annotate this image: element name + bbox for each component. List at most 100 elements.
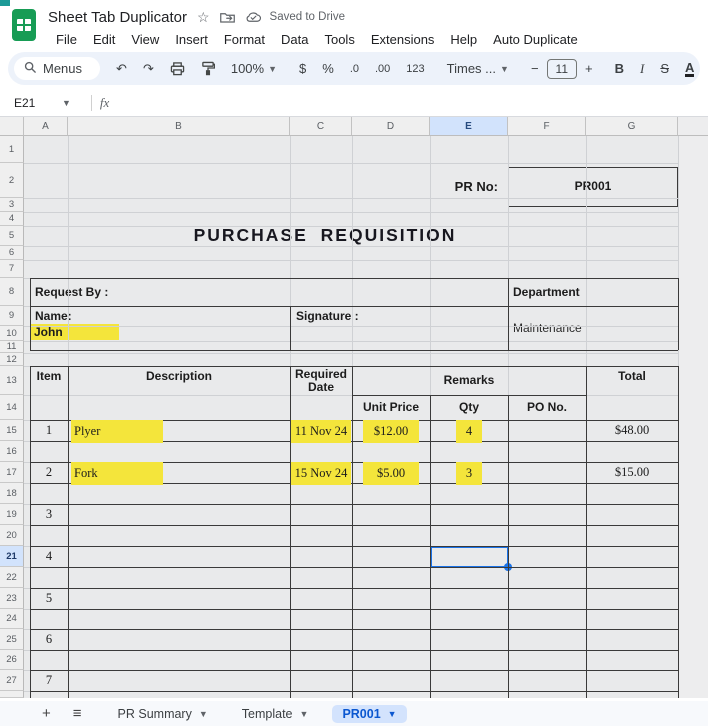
row-header-4[interactable]: 4 xyxy=(0,212,24,226)
text-color-button[interactable]: A xyxy=(685,61,694,77)
sheet-tab-pr001[interactable]: PR001▼ xyxy=(332,705,406,723)
cloud-saved-icon[interactable] xyxy=(245,11,262,23)
menu-extensions[interactable]: Extensions xyxy=(363,31,443,48)
name-box[interactable]: E21 xyxy=(0,96,62,110)
select-all-corner[interactable] xyxy=(0,117,24,136)
menu-view[interactable]: View xyxy=(123,31,167,48)
document-title[interactable]: Sheet Tab Duplicator xyxy=(48,9,187,26)
row-header-15[interactable]: 15 xyxy=(0,420,24,441)
more-formats-button[interactable]: 123 xyxy=(398,63,432,75)
sheets-logo-icon[interactable] xyxy=(12,9,36,41)
row-header-14[interactable]: 14 xyxy=(0,395,24,420)
item-row-2-description[interactable]: Fork xyxy=(71,462,288,483)
active-cell-outline[interactable] xyxy=(430,546,509,568)
row-header-1[interactable]: 1 xyxy=(0,136,24,163)
all-sheets-menu-icon[interactable]: ≡ xyxy=(67,705,88,722)
item-row-2-qty[interactable]: 3 xyxy=(430,462,508,483)
column-header-B[interactable]: B xyxy=(68,117,290,136)
item-row-6-item[interactable]: 6 xyxy=(30,629,68,650)
sheet-tab-pr-summary[interactable]: PR Summary▼ xyxy=(108,705,218,723)
column-header-A[interactable]: A xyxy=(24,117,68,136)
percent-format-button[interactable]: % xyxy=(314,61,342,76)
item-row-2-required_date[interactable]: 15 Nov 24 xyxy=(290,462,352,483)
row-header-16[interactable]: 16 xyxy=(0,441,24,462)
column-header-C[interactable]: C xyxy=(290,117,352,136)
font-selector[interactable]: Times ... ▼ xyxy=(439,61,517,76)
row-header-2[interactable]: 2 xyxy=(0,163,24,198)
menu-auto-duplicate[interactable]: Auto Duplicate xyxy=(485,31,586,48)
bold-button[interactable]: B xyxy=(607,61,632,76)
row-header-13[interactable]: 13 xyxy=(0,366,24,395)
item-row-1-total[interactable]: $48.00 xyxy=(586,420,678,441)
menu-help[interactable]: Help xyxy=(442,31,485,48)
menu-edit[interactable]: Edit xyxy=(85,31,123,48)
item-row-1-required_date[interactable]: 11 Nov 24 xyxy=(290,420,352,441)
chevron-down-icon[interactable]: ▼ xyxy=(62,98,71,108)
row-header-11[interactable]: 11 xyxy=(0,341,24,353)
item-row-7-item[interactable]: 7 xyxy=(30,670,68,691)
row-header-19[interactable]: 19 xyxy=(0,504,24,525)
add-sheet-button[interactable]: + xyxy=(36,705,57,722)
column-header-F[interactable]: F xyxy=(508,117,586,136)
item-row-3-item[interactable]: 3 xyxy=(30,504,68,525)
item-row-1-qty[interactable]: 4 xyxy=(430,420,508,441)
item-row-2-total[interactable]: $15.00 xyxy=(586,462,678,483)
row-header-25[interactable]: 25 xyxy=(0,629,24,650)
item-row-4-item[interactable]: 4 xyxy=(30,546,68,567)
item-row-1-item[interactable]: 1 xyxy=(30,420,68,441)
strikethrough-button[interactable]: S xyxy=(652,61,677,76)
row-header-12[interactable]: 12 xyxy=(0,353,24,366)
row-header-6[interactable]: 6 xyxy=(0,246,24,260)
menus-search-button[interactable]: Menus xyxy=(14,57,100,80)
chevron-down-icon[interactable]: ▼ xyxy=(199,709,208,719)
item-row-2-item[interactable]: 2 xyxy=(30,462,68,483)
row-header-24[interactable]: 24 xyxy=(0,609,24,629)
row-header-26[interactable]: 26 xyxy=(0,650,24,670)
menu-insert[interactable]: Insert xyxy=(167,31,216,48)
row-header-20[interactable]: 20 xyxy=(0,525,24,546)
row-header-10[interactable]: 10 xyxy=(0,326,24,341)
increase-font-size-button[interactable]: + xyxy=(577,61,601,76)
row-header-27[interactable]: 27 xyxy=(0,670,24,691)
item-row-5-item[interactable]: 5 xyxy=(30,588,68,609)
move-folder-icon[interactable] xyxy=(220,11,235,24)
column-header-D[interactable]: D xyxy=(352,117,430,136)
italic-button[interactable]: I xyxy=(632,61,652,77)
print-icon[interactable] xyxy=(162,62,193,76)
department-value[interactable]: Maintenance xyxy=(513,306,582,350)
row-header-17[interactable]: 17 xyxy=(0,462,24,483)
row-header-21[interactable]: 21 xyxy=(0,546,24,567)
decrease-font-size-button[interactable]: − xyxy=(523,61,547,76)
row-header-5[interactable]: 5 xyxy=(0,226,24,246)
decrease-decimal-button[interactable]: .0 xyxy=(342,63,367,75)
redo-button[interactable]: ↷ xyxy=(135,61,162,77)
grid-body[interactable]: PR No: PR001 PURCHASE REQUISITION Reques… xyxy=(0,136,708,698)
currency-format-button[interactable]: $ xyxy=(291,61,314,76)
item-row-2-unit_price[interactable]: $5.00 xyxy=(352,462,430,483)
paint-format-icon[interactable] xyxy=(193,61,223,76)
row-header-3[interactable]: 3 xyxy=(0,198,24,212)
chevron-down-icon[interactable]: ▼ xyxy=(300,709,309,719)
sheet-tab-template[interactable]: Template▼ xyxy=(232,705,319,723)
zoom-control[interactable]: 100% ▼ xyxy=(223,61,285,76)
chevron-down-icon[interactable]: ▼ xyxy=(388,709,397,719)
increase-decimal-button[interactable]: .00 xyxy=(367,63,398,75)
menu-file[interactable]: File xyxy=(48,31,85,48)
item-row-1-unit_price[interactable]: $12.00 xyxy=(352,420,430,441)
row-header-7[interactable]: 7 xyxy=(0,260,24,278)
column-header-G[interactable]: G xyxy=(586,117,678,136)
row-header-9[interactable]: 9 xyxy=(0,306,24,326)
menu-data[interactable]: Data xyxy=(273,31,316,48)
menu-format[interactable]: Format xyxy=(216,31,273,48)
star-icon[interactable]: ☆ xyxy=(197,9,210,26)
row-header-22[interactable]: 22 xyxy=(0,567,24,588)
font-size-input[interactable]: 11 xyxy=(547,59,577,79)
undo-button[interactable]: ↶ xyxy=(108,61,135,77)
pr-no-value-cell[interactable]: PR001 xyxy=(508,167,678,207)
item-row-1-description[interactable]: Plyer xyxy=(71,420,288,441)
column-header-E[interactable]: E xyxy=(430,117,508,136)
row-header-23[interactable]: 23 xyxy=(0,588,24,609)
menu-tools[interactable]: Tools xyxy=(316,31,362,48)
row-header-18[interactable]: 18 xyxy=(0,483,24,504)
row-header-8[interactable]: 8 xyxy=(0,278,24,306)
